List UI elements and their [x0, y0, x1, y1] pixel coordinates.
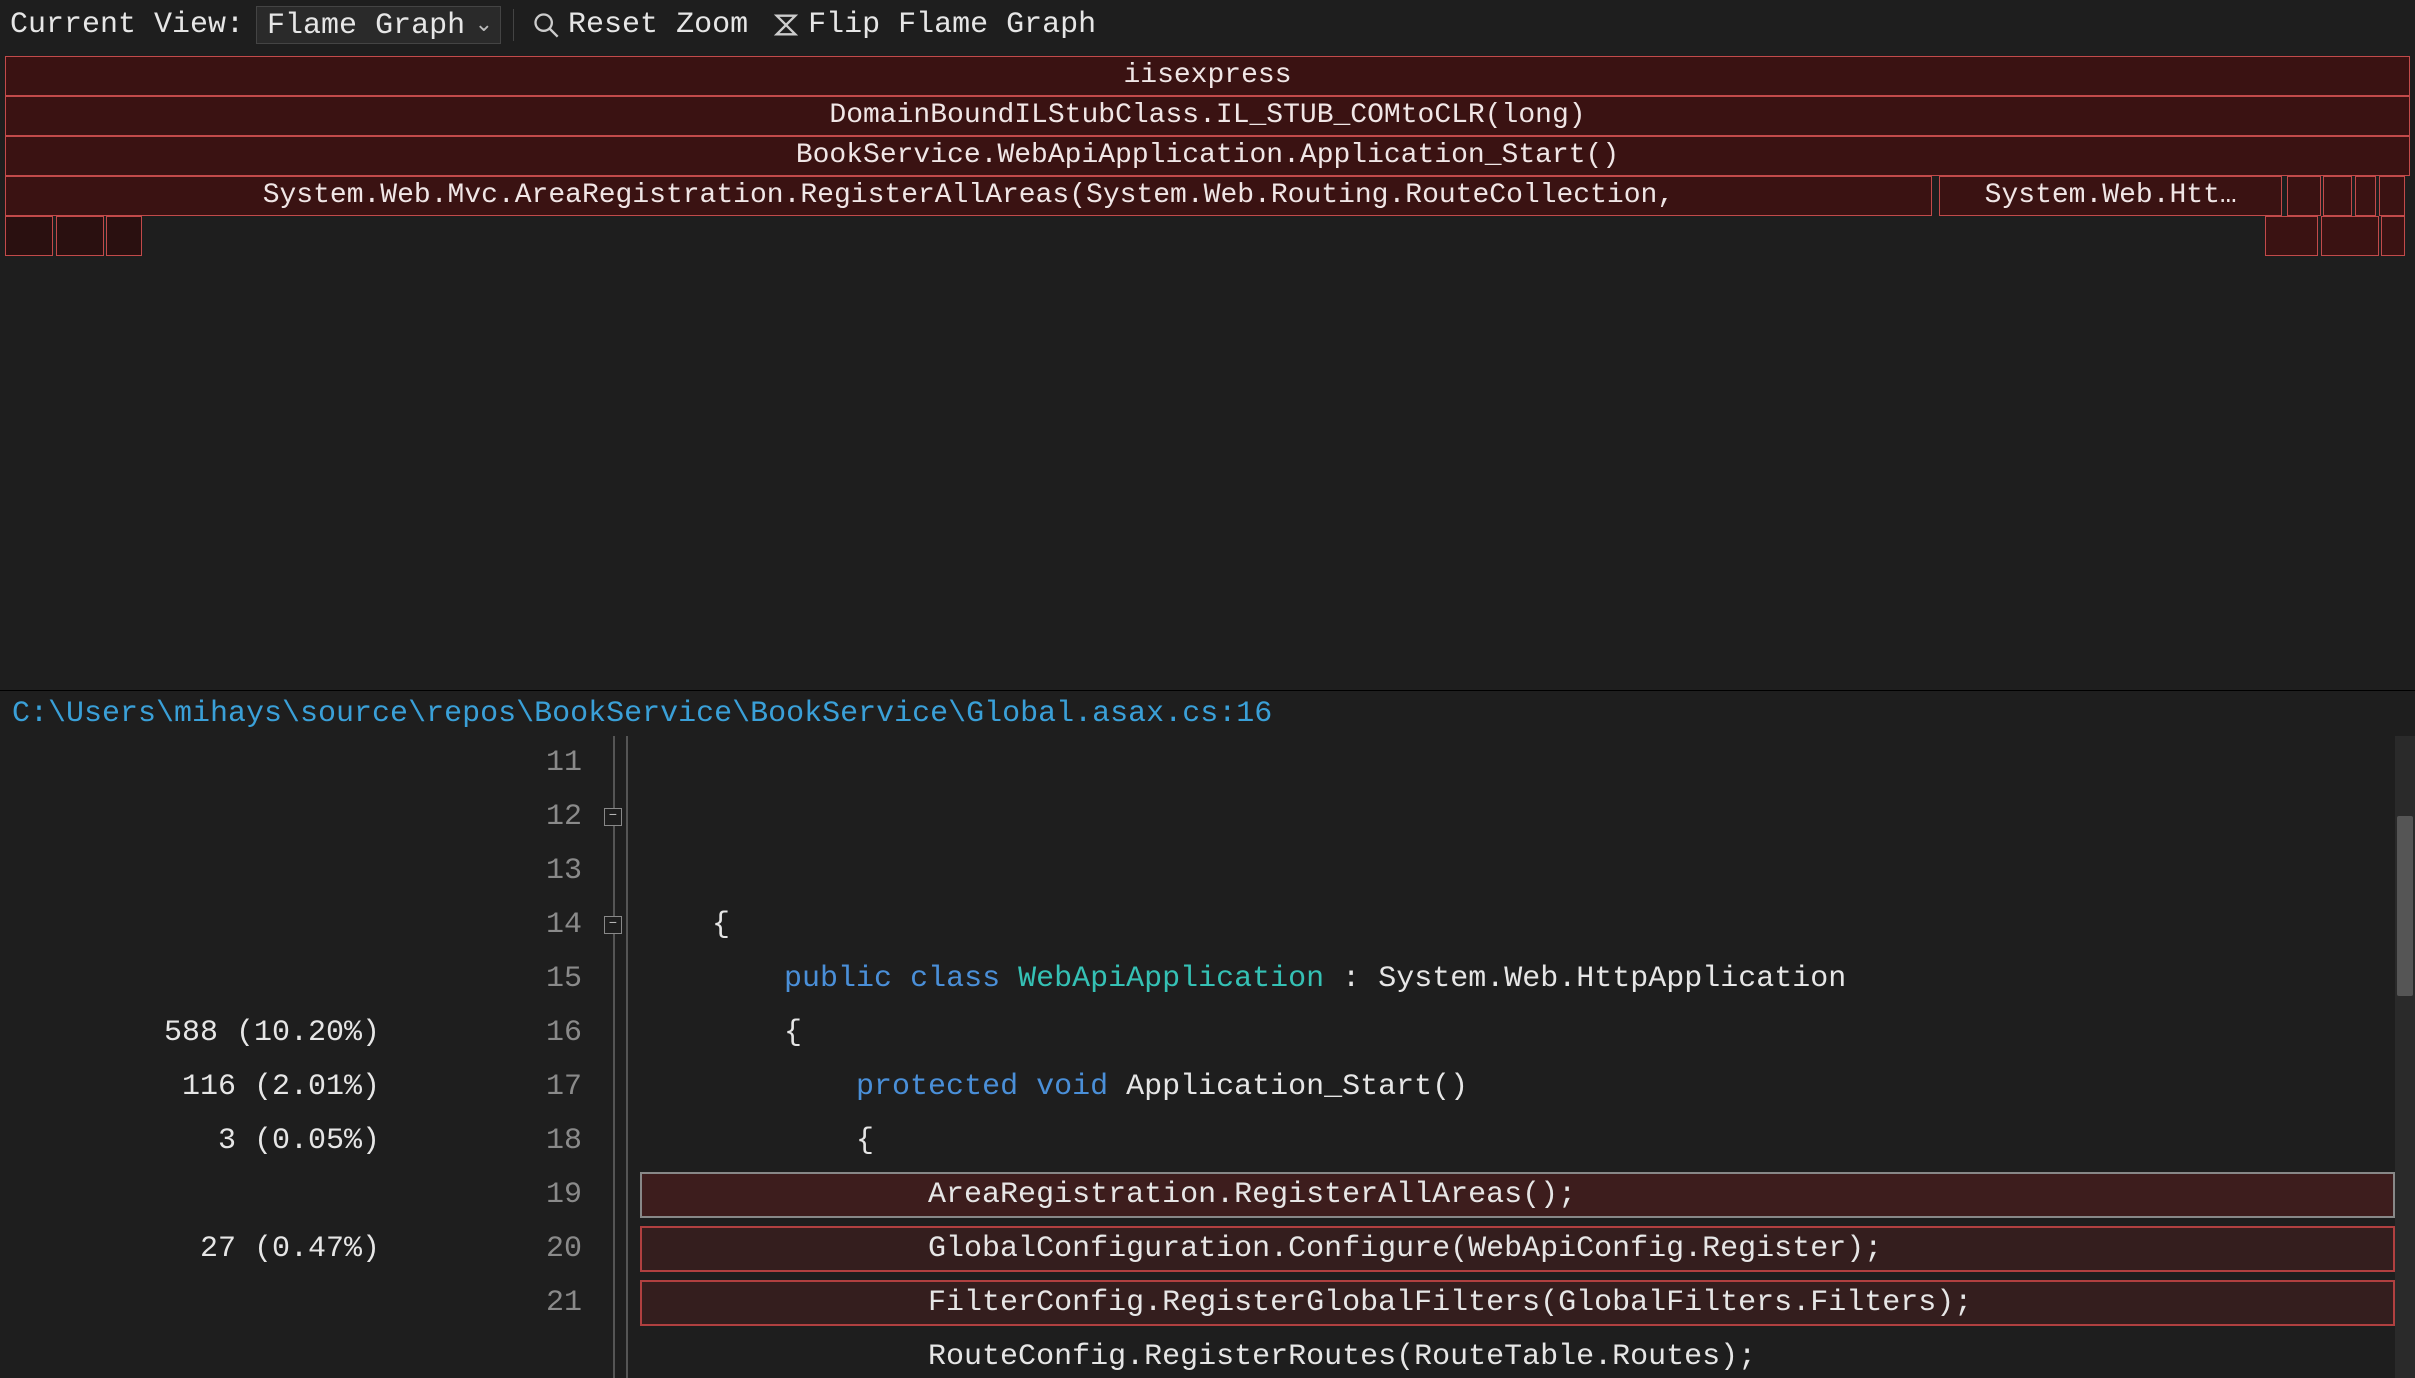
code-line[interactable]: FilterConfig.RegisterGlobalFilters(Globa… — [640, 1276, 2415, 1330]
toolbar-separator — [513, 9, 514, 41]
flame-row: iisexpress — [0, 56, 2415, 96]
flame-frame[interactable] — [2321, 216, 2379, 256]
hit-count — [0, 790, 380, 844]
flame-row: BookService.WebApiApplication.Applicatio… — [0, 136, 2415, 176]
line-number: 18 — [400, 1114, 582, 1168]
fold-gutter: −− — [600, 736, 626, 1378]
code-text: GlobalConfiguration.Configure(WebApiConf… — [640, 1232, 1882, 1266]
code-text: AreaRegistration.RegisterAllAreas(); — [640, 1178, 1576, 1212]
view-select-wrap: Flame Graph ⌄ — [256, 6, 501, 44]
code-line[interactable]: protected void Application_Start() — [640, 1060, 2415, 1114]
flame-frame[interactable] — [2355, 176, 2377, 216]
flame-graph[interactable]: iisexpressDomainBoundILStubClass.IL_STUB… — [0, 50, 2415, 690]
flame-row: DomainBoundILStubClass.IL_STUB_COMtoCLR(… — [0, 96, 2415, 136]
hit-count: 3 (0.05%) — [0, 1114, 380, 1168]
flame-frame[interactable] — [56, 216, 104, 256]
hit-count — [0, 1276, 380, 1330]
fold-toggle[interactable]: − — [604, 916, 622, 934]
line-number: 21 — [400, 1276, 582, 1330]
hit-count: 588 (10.20%) — [0, 1006, 380, 1060]
code-text: RouteConfig.RegisterRoutes(RouteTable.Ro… — [640, 1340, 1756, 1374]
hit-count — [0, 1168, 380, 1222]
line-number: 13 — [400, 844, 582, 898]
code-text: public class WebApiApplication : System.… — [640, 962, 1846, 996]
hit-count-gutter: 588 (10.20%)116 (2.01%)3 (0.05%) 27 (0.47… — [0, 736, 400, 1378]
code-text: { — [640, 1016, 802, 1050]
flame-frame[interactable]: BookService.WebApiApplication.Applicatio… — [5, 136, 2410, 176]
reset-zoom-button[interactable]: Reset Zoom — [526, 6, 754, 44]
code-text: { — [640, 908, 730, 942]
flame-frame[interactable] — [2287, 176, 2321, 216]
line-number: 12 — [400, 790, 582, 844]
line-number: 11 — [400, 736, 582, 790]
flip-flame-button[interactable]: Flip Flame Graph — [766, 6, 1102, 44]
source-filepath: C:\Users\mihays\source\repos\BookService… — [0, 690, 2415, 736]
fold-toggle[interactable]: − — [604, 808, 622, 826]
line-number: 19 — [400, 1168, 582, 1222]
magnifier-icon — [532, 11, 560, 39]
reset-zoom-label: Reset Zoom — [568, 8, 748, 42]
hit-count: 27 (0.47%) — [0, 1222, 380, 1276]
flame-frame[interactable]: System.Web.Mvc.AreaRegistration.Register… — [5, 176, 1932, 216]
flame-frame[interactable] — [106, 216, 142, 256]
code-line[interactable]: { — [640, 1114, 2415, 1168]
flame-row: System.Web.Mvc.AreaRegistration.Register… — [0, 176, 2415, 216]
line-number: 14 — [400, 898, 582, 952]
current-view-label: Current View: — [10, 8, 244, 42]
source-code[interactable]: { public class WebApiApplication : Syste… — [626, 736, 2415, 1378]
hit-count — [0, 736, 380, 790]
code-text: { — [640, 1124, 874, 1158]
code-line[interactable]: RouteConfig.RegisterRoutes(RouteTable.Ro… — [640, 1330, 2415, 1378]
hit-count — [0, 898, 380, 952]
code-line[interactable]: GlobalConfiguration.Configure(WebApiConf… — [640, 1222, 2415, 1276]
view-dropdown[interactable]: Flame Graph — [256, 6, 501, 44]
flame-frame[interactable] — [2379, 176, 2406, 216]
hit-count: 116 (2.01%) — [0, 1060, 380, 1114]
flame-frame[interactable]: System.Web.Htt… — [1939, 176, 2282, 216]
code-line[interactable]: { — [640, 1006, 2415, 1060]
flame-frame[interactable]: iisexpress — [5, 56, 2410, 96]
code-text: FilterConfig.RegisterGlobalFilters(Globa… — [640, 1286, 1972, 1320]
code-line[interactable]: { — [640, 898, 2415, 952]
flame-frame[interactable] — [2265, 216, 2318, 256]
flip-icon — [772, 11, 800, 39]
line-number: 20 — [400, 1222, 582, 1276]
code-line[interactable]: public class WebApiApplication : System.… — [640, 952, 2415, 1006]
flame-frame[interactable]: DomainBoundILStubClass.IL_STUB_COMtoCLR(… — [5, 96, 2410, 136]
line-number: 15 — [400, 952, 582, 1006]
flame-frame[interactable] — [2323, 176, 2352, 216]
flame-row — [0, 216, 2415, 256]
hit-count — [0, 952, 380, 1006]
line-number: 16 — [400, 1006, 582, 1060]
fold-rule — [613, 736, 615, 1378]
line-number-gutter: 1112131415161718192021 — [400, 736, 600, 1378]
flame-frame[interactable] — [5, 216, 53, 256]
toolbar: Current View: Flame Graph ⌄ Reset Zoom F… — [0, 0, 2415, 50]
flip-flame-label: Flip Flame Graph — [808, 8, 1096, 42]
code-line[interactable]: AreaRegistration.RegisterAllAreas(); — [640, 1168, 2415, 1222]
flame-frame[interactable] — [2381, 216, 2405, 256]
code-pane: 588 (10.20%)116 (2.01%)3 (0.05%) 27 (0.47… — [0, 736, 2415, 1378]
line-number: 17 — [400, 1060, 582, 1114]
hit-count — [0, 844, 380, 898]
code-text: protected void Application_Start() — [640, 1070, 1468, 1104]
